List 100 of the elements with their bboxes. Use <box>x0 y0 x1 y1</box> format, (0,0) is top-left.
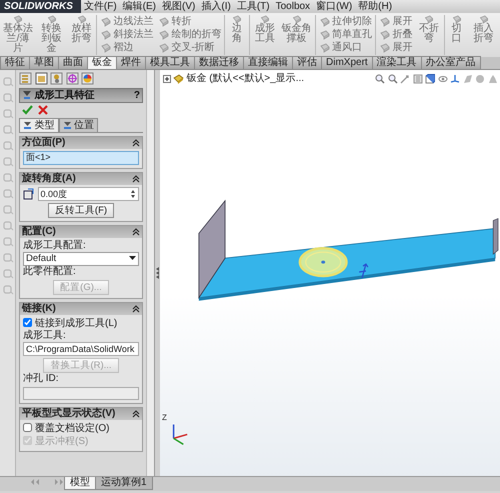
faded-tool-icon[interactable] <box>2 156 14 167</box>
feature-icon <box>22 90 32 100</box>
faded-tool-icon[interactable] <box>2 172 14 183</box>
command-tab[interactable]: 特征 <box>0 56 30 69</box>
help-text[interactable]: ? <box>134 88 140 102</box>
faded-tool-icon[interactable] <box>2 76 14 87</box>
target-icon[interactable] <box>66 72 78 85</box>
ribbon-button[interactable]: 简单直孔 <box>318 28 374 41</box>
ribbon-button[interactable]: 切口 <box>446 15 467 55</box>
ribbon-button[interactable]: 折叠 <box>378 28 414 41</box>
cube-icon[interactable] <box>425 74 435 84</box>
menu-item[interactable]: 插入(I) <box>198 0 234 13</box>
faded-tool-icon[interactable] <box>2 252 14 263</box>
command-tab[interactable]: 评估 <box>292 56 322 69</box>
tree-icon[interactable] <box>19 72 32 85</box>
command-tab[interactable]: 办公室产品 <box>420 56 481 69</box>
ribbon-button[interactable]: 边角 <box>227 15 248 55</box>
triad-icon[interactable] <box>450 74 460 84</box>
ribbon-button[interactable]: 绘制的折弯 <box>156 28 222 41</box>
input-field[interactable] <box>23 387 139 400</box>
menu-item[interactable]: 工具(T) <box>234 0 273 13</box>
command-tab[interactable]: 渲染工具 <box>372 56 422 69</box>
sheet-icon <box>158 16 169 26</box>
expand-icon[interactable] <box>162 75 170 83</box>
scrollbar[interactable] <box>146 70 154 476</box>
ribbon-button[interactable]: 边线法兰 <box>98 15 154 28</box>
faded-tool-icon[interactable] <box>2 92 14 103</box>
faded-tool-icon[interactable] <box>2 124 14 135</box>
tab-nav-icon[interactable] <box>30 477 64 487</box>
zoom-icon[interactable] <box>375 74 385 84</box>
menu-item[interactable]: 帮助(H) <box>355 0 396 13</box>
checkbox[interactable] <box>23 318 32 326</box>
collapse-icon[interactable] <box>132 228 140 236</box>
sphere-icon[interactable] <box>475 74 485 84</box>
faded-tool-icon[interactable] <box>2 108 14 119</box>
ribbon-button[interactable]: 插入折弯 <box>469 15 498 55</box>
ribbon-button[interactable]: 交叉-折断 <box>156 41 222 54</box>
ribbon-button[interactable]: 褶边 <box>98 41 154 54</box>
menu-item[interactable]: 窗口(W) <box>313 0 356 13</box>
ribbon-button[interactable]: 成形工具 <box>252 15 278 55</box>
faded-tool-icon[interactable] <box>2 140 14 151</box>
menu-item[interactable]: 视图(V) <box>159 0 198 13</box>
splitter-handle-icon[interactable] <box>155 266 160 280</box>
ribbon-button[interactable]: 展开 <box>378 15 414 28</box>
command-tab[interactable]: 曲面 <box>58 56 88 69</box>
ribbon-button[interactable]: 通风口 <box>318 41 374 54</box>
cancel-icon[interactable] <box>38 105 48 115</box>
direction-arrow-icon[interactable] <box>358 263 369 279</box>
input-field[interactable]: C:\ProgramData\SolidWork <box>23 342 139 356</box>
panel-tab[interactable]: 类型 <box>19 118 58 132</box>
checkbox[interactable] <box>23 423 32 432</box>
panel-tab[interactable]: 位置 <box>58 118 98 132</box>
tree-item[interactable]: 钣金 (默认<<默认>_显示... <box>186 72 304 86</box>
command-tab[interactable]: 模具工具 <box>145 56 195 69</box>
faded-tool-icon[interactable] <box>2 284 14 295</box>
ribbon-button[interactable]: 钣金角撑板 <box>280 15 313 55</box>
ribbon-button[interactable]: 不折弯 <box>416 15 442 55</box>
group-title: 配置(C) <box>22 226 57 238</box>
faded-tool-icon[interactable] <box>2 268 14 279</box>
ribbon-button[interactable]: 基体法兰/薄片 <box>2 15 34 55</box>
menu-item[interactable]: 编辑(E) <box>120 0 160 13</box>
config-icon[interactable] <box>50 72 63 85</box>
faded-tool-icon[interactable] <box>2 204 14 215</box>
panel-button[interactable]: 反转工具(F) <box>48 202 114 218</box>
pointer-icon[interactable] <box>400 74 410 84</box>
command-tab[interactable]: 直接编辑 <box>243 56 293 69</box>
bottom-tab[interactable]: 运动算例1 <box>95 477 153 490</box>
ribbon-button[interactable]: 展开 <box>378 41 414 54</box>
collapse-icon[interactable] <box>132 410 140 418</box>
spin-box[interactable]: 0.00度 <box>38 186 139 200</box>
ribbon-button[interactable]: 斜接法兰 <box>98 28 154 41</box>
command-tab[interactable]: 数据迁移 <box>194 56 244 69</box>
menu-item[interactable]: 文件(F) <box>80 0 120 13</box>
ribbon-button[interactable]: 放样折弯 <box>69 15 94 55</box>
eye-icon[interactable] <box>438 74 448 84</box>
zoom-icon[interactable] <box>388 74 398 84</box>
page-icon[interactable] <box>412 74 422 84</box>
property-icon[interactable] <box>34 72 48 85</box>
faded-tool-icon[interactable] <box>2 236 14 247</box>
menu-item[interactable]: Toolbox <box>272 0 314 13</box>
faded-tool-icon[interactable] <box>2 188 14 199</box>
collapse-icon[interactable] <box>132 138 140 146</box>
sheet-icon <box>478 15 490 24</box>
ribbon-button[interactable]: 转换到钣金 <box>36 15 67 55</box>
faded-tool-icon[interactable] <box>2 220 14 231</box>
ok-icon[interactable] <box>22 105 32 115</box>
pie-icon[interactable] <box>81 72 94 85</box>
config-dropdown[interactable]: Default <box>23 252 139 266</box>
command-tab[interactable]: DimXpert <box>321 56 373 69</box>
input-field[interactable]: 面<1> <box>23 150 139 164</box>
command-tab[interactable]: 钣金 <box>87 56 117 69</box>
ribbon-button[interactable]: 转折 <box>156 15 222 28</box>
collapse-icon[interactable] <box>132 174 140 182</box>
bottom-tab[interactable]: 模型 <box>64 477 96 490</box>
collapse-icon[interactable] <box>132 304 140 312</box>
command-tab[interactable]: 焊件 <box>116 56 146 69</box>
command-tab[interactable]: 草图 <box>29 56 59 69</box>
sheet-icon <box>290 15 303 24</box>
spin-arrows-icon[interactable] <box>130 188 136 198</box>
ribbon-button[interactable]: 拉伸切除 <box>318 15 374 28</box>
